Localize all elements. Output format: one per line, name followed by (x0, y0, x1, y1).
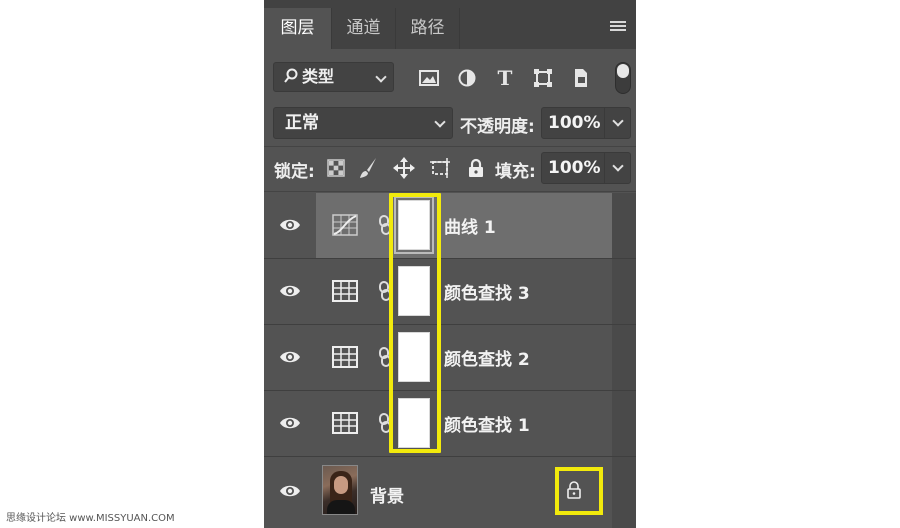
lock-artboard-icon[interactable] (428, 155, 452, 181)
lock-image-pixels-icon[interactable] (356, 155, 380, 181)
tab-channels[interactable]: 通道 (332, 8, 396, 49)
lock-position-icon[interactable] (392, 155, 416, 181)
layer-row[interactable]: 曲线 1 (264, 193, 636, 259)
image-filter-icon[interactable] (416, 65, 442, 91)
layer-row[interactable]: 颜色查找 1 (264, 391, 636, 457)
shape-filter-icon[interactable] (530, 65, 556, 91)
fill-value: 100% (548, 158, 601, 178)
highlight-box-lock (555, 467, 603, 515)
adjustment-filter-icon[interactable] (454, 65, 480, 91)
filter-toggle[interactable] (615, 62, 631, 94)
layer-row[interactable]: 颜色查找 2 (264, 325, 636, 391)
panel-menu-icon[interactable] (610, 21, 626, 33)
layer-image-thumbnail[interactable] (322, 465, 358, 515)
smart-object-filter-icon[interactable] (568, 65, 594, 91)
lock-label: 锁定: (274, 162, 315, 182)
eye-visibility-icon[interactable] (279, 349, 301, 365)
divider (264, 191, 636, 192)
fill-dropdown-button[interactable] (604, 153, 630, 183)
color-lookup-icon (332, 412, 358, 434)
panel-tab-bar: 图层 通道 路径 (264, 0, 636, 49)
blend-mode-value: 正常 (285, 113, 319, 133)
layer-name: 曲线 1 (444, 218, 496, 238)
layer-name: 颜色查找 1 (444, 416, 530, 436)
lock-all-icon[interactable] (464, 155, 488, 181)
lock-transparent-pixels-icon[interactable] (324, 155, 348, 181)
opacity-dropdown-button[interactable] (604, 108, 630, 138)
curves-adjustment-icon (332, 214, 358, 236)
chevron-down-icon (434, 116, 446, 128)
highlight-box-thumbnails (389, 193, 441, 453)
eye-visibility-icon[interactable] (279, 283, 301, 299)
opacity-field[interactable]: 100% (541, 107, 631, 139)
search-icon (284, 68, 298, 83)
opacity-value: 100% (548, 113, 601, 133)
layers-panel: 图层 通道 路径 类型 T 正常 不透明度: 100% 锁定: 填充: 100%… (264, 0, 636, 528)
color-lookup-icon (332, 280, 358, 302)
eye-visibility-icon[interactable] (279, 483, 301, 499)
layer-name: 背景 (370, 487, 404, 507)
chevron-down-icon (375, 71, 387, 83)
fill-field[interactable]: 100% (541, 152, 631, 184)
type-filter-icon[interactable]: T (492, 65, 518, 91)
fill-label: 填充: (495, 162, 536, 182)
eye-visibility-icon[interactable] (279, 415, 301, 431)
blend-mode-dropdown[interactable]: 正常 (273, 107, 453, 139)
chevron-down-icon (612, 115, 624, 127)
tab-paths[interactable]: 路径 (396, 8, 460, 49)
tab-layers[interactable]: 图层 (264, 8, 332, 49)
watermark: 思缘设计论坛 www.MISSYUAN.COM (6, 513, 175, 524)
divider (264, 146, 636, 147)
opacity-label: 不透明度: (460, 117, 535, 137)
filter-type-label: 类型 (302, 67, 335, 86)
layer-name: 颜色查找 3 (444, 284, 530, 304)
color-lookup-icon (332, 346, 358, 368)
chevron-down-icon (612, 160, 624, 172)
layer-name: 颜色查找 2 (444, 350, 530, 370)
layer-row[interactable]: 颜色查找 3 (264, 259, 636, 325)
eye-visibility-icon[interactable] (279, 217, 301, 233)
layer-filter-dropdown[interactable]: 类型 (273, 62, 394, 92)
